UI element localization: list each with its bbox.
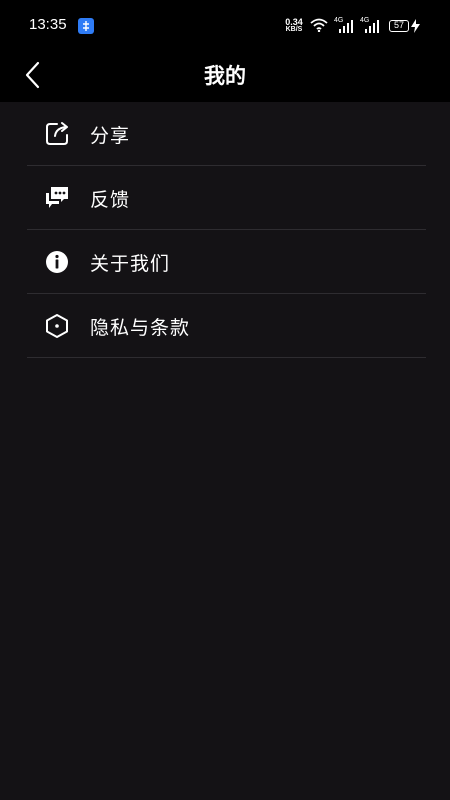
page-title: 我的 — [204, 64, 246, 88]
charging-icon — [411, 19, 420, 33]
network-speed-unit: KB/S — [285, 26, 303, 33]
menu-item-label: 反馈 — [90, 189, 131, 211]
wifi-icon — [310, 18, 328, 32]
menu-item-label: 隐私与条款 — [90, 317, 191, 339]
cellular-signal-2-icon: 4G — [360, 17, 382, 38]
menu-item-share[interactable]: 分享 — [27, 102, 426, 166]
status-bar: 13:35 0.34 KB/S 4G 4G 57 — [0, 0, 450, 52]
screen: 13:35 0.34 KB/S 4G 4G 57 我的 分享 反馈 关于我们 隐… — [0, 0, 450, 800]
network-speed: 0.34 KB/S — [282, 18, 306, 34]
feedback-icon — [46, 187, 68, 208]
signal-2-label: 4G — [360, 17, 370, 24]
status-time: 13:35 — [29, 16, 67, 33]
menu-item-feedback[interactable]: 反馈 — [27, 166, 426, 230]
battery-level: 57 — [393, 20, 404, 30]
network-speed-value: 0.34 — [285, 17, 303, 27]
info-icon — [46, 251, 68, 273]
privacy-icon — [46, 314, 68, 338]
cellular-signal-1-icon: 4G — [334, 17, 354, 38]
battery-icon: 57 — [389, 20, 409, 32]
app-notification-icon — [78, 18, 94, 34]
menu-item-label: 关于我们 — [90, 253, 171, 275]
share-icon — [46, 122, 68, 145]
menu-list: 分享 反馈 关于我们 隐私与条款 — [27, 102, 426, 358]
menu-item-about-us[interactable]: 关于我们 — [27, 230, 426, 294]
menu-item-privacy-terms[interactable]: 隐私与条款 — [27, 294, 426, 358]
menu-item-label: 分享 — [90, 125, 131, 147]
nav-bar: 我的 — [0, 52, 450, 102]
signal-1-label: 4G — [334, 17, 344, 24]
